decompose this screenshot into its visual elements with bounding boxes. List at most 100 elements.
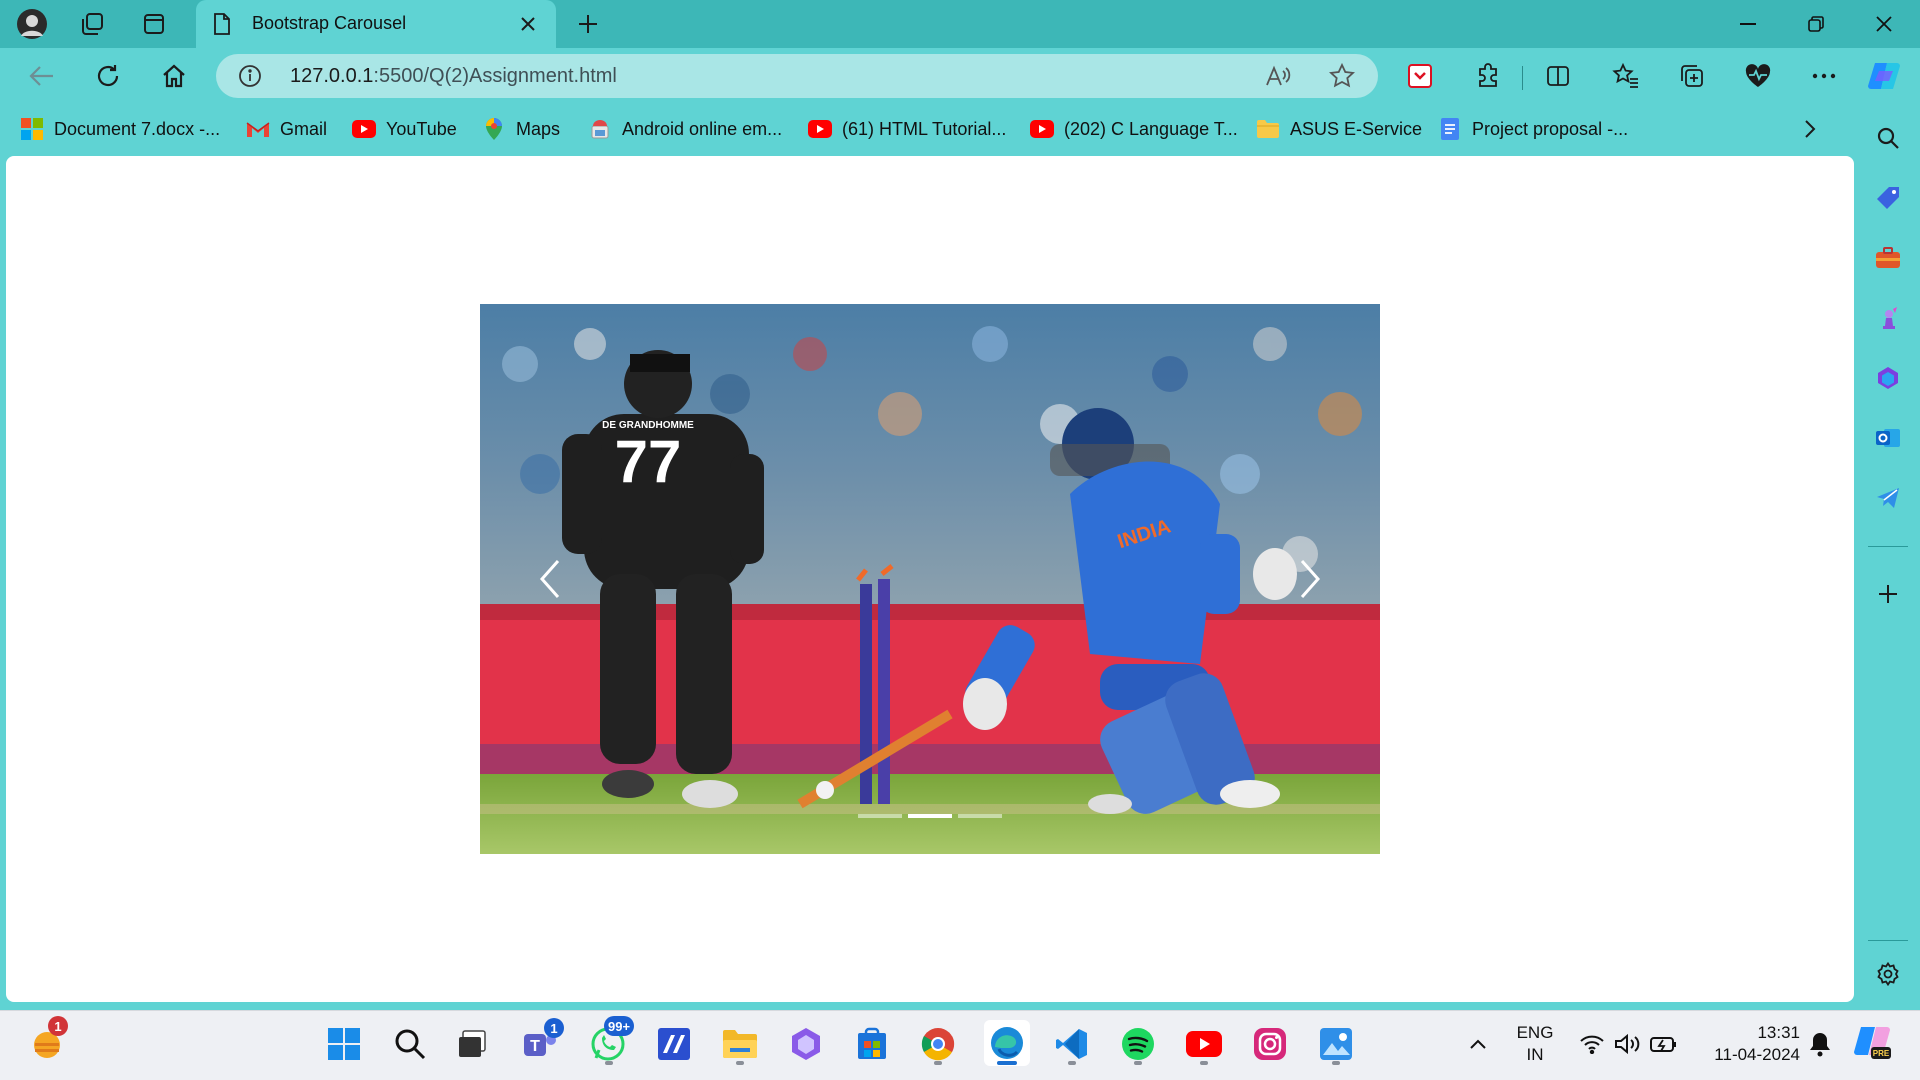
search-icon[interactable] (1872, 122, 1904, 154)
profile-avatar-icon[interactable] (14, 6, 50, 42)
new-tab-icon[interactable] (570, 6, 606, 42)
youtube-app-icon[interactable] (1184, 1024, 1224, 1064)
split-screen-icon[interactable] (1538, 56, 1578, 96)
carousel-next-chevron-icon[interactable] (1280, 554, 1340, 604)
jersey-number: 77 (615, 428, 682, 495)
favorite-c-language[interactable]: (202) C Language T... (1030, 116, 1238, 142)
show-hidden-icons-chevron-icon[interactable] (1458, 1024, 1498, 1064)
weather-widget-icon[interactable]: 1 (26, 1016, 68, 1064)
add-sidebar-app-icon[interactable] (1872, 578, 1904, 610)
chrome-icon[interactable] (918, 1024, 958, 1064)
favorite-maps[interactable]: Maps (482, 116, 560, 142)
youtube-icon (808, 118, 832, 140)
tab-title: Bootstrap Carousel (252, 13, 407, 33)
games-chess-icon[interactable] (1872, 302, 1904, 334)
folder-icon (1256, 118, 1280, 140)
notifications-bell-icon[interactable] (1800, 1024, 1840, 1064)
favorite-asus-eservice[interactable]: ASUS E-Service (1256, 116, 1422, 142)
url-text[interactable]: 127.0.0.1:5500/Q(2)Assignment.html (290, 65, 617, 88)
favorites-bar: Document 7.docx -... Gmail YouTube Maps … (0, 110, 1870, 148)
carousel-indicator-2[interactable] (908, 814, 952, 818)
vertical-tabs-icon[interactable] (136, 6, 172, 42)
whatsapp-icon[interactable]: 99+ (588, 1016, 635, 1064)
google-docs-icon (1438, 118, 1462, 140)
battery-charging-icon[interactable] (1644, 1024, 1684, 1064)
close-window-icon[interactable] (1852, 0, 1916, 48)
file-explorer-icon[interactable] (720, 1024, 760, 1064)
sidebar-settings-gear-icon[interactable] (1872, 958, 1904, 990)
windows-logo-icon (20, 118, 44, 140)
photos-icon[interactable] (1316, 1024, 1356, 1064)
youtube-icon (352, 118, 376, 140)
edge-icon[interactable] (984, 1020, 1030, 1066)
copilot-365-app-icon[interactable] (786, 1024, 826, 1064)
sidebar-divider (1868, 940, 1908, 941)
task-view-icon[interactable] (452, 1024, 492, 1064)
favorites-overflow-chevron-icon[interactable] (1804, 116, 1816, 142)
more-options-icon[interactable] (1804, 56, 1844, 96)
favorite-project-proposal[interactable]: Project proposal -... (1438, 116, 1628, 142)
carousel-indicator-3[interactable] (958, 814, 1002, 818)
android-emulator-icon (588, 118, 612, 140)
refresh-icon[interactable] (88, 56, 128, 96)
weather-notification-badge: 1 (48, 1016, 68, 1036)
page-viewport: 77 DE GRANDHOMME INDIA (6, 156, 1854, 1002)
favorite-html-tutorial[interactable]: (61) HTML Tutorial... (808, 116, 1006, 142)
browser-essentials-icon[interactable] (1738, 56, 1778, 96)
microsoft-365-icon[interactable] (1872, 362, 1904, 394)
carousel-prev-chevron-icon[interactable] (520, 554, 580, 604)
chrome-running-indicator (934, 1061, 942, 1065)
wifi-icon[interactable] (1572, 1024, 1612, 1064)
taskbar-search-icon[interactable] (390, 1024, 430, 1064)
favorite-youtube[interactable]: YouTube (352, 116, 457, 142)
clock[interactable]: 13:31 11-04-2024 (1690, 1022, 1800, 1066)
copilot-preview-icon[interactable]: PRE (1852, 1022, 1892, 1062)
url-path: :5500/Q(2)Assignment.html (373, 65, 617, 87)
favorites-icon[interactable] (1606, 56, 1646, 96)
youtube-icon (1030, 118, 1054, 140)
read-aloud-icon[interactable] (1264, 62, 1292, 90)
favorite-document-7[interactable]: Document 7.docx -... (20, 116, 220, 142)
workspaces-icon[interactable] (74, 6, 110, 42)
tab-strip: Bootstrap Carousel (0, 0, 1920, 48)
favorite-android-emulator[interactable]: Android online em... (588, 116, 782, 142)
start-windows-icon[interactable] (324, 1024, 364, 1064)
back-arrow-icon[interactable] (22, 56, 62, 96)
page-icon (212, 12, 236, 36)
toolbar-divider (1522, 66, 1523, 90)
favorite-label: Project proposal -... (1472, 118, 1629, 139)
volume-icon[interactable] (1608, 1024, 1648, 1064)
bootstrap-carousel[interactable]: 77 DE GRANDHOMME INDIA (480, 304, 1380, 854)
favorite-gmail[interactable]: Gmail (246, 116, 327, 142)
add-favorite-star-icon[interactable] (1328, 62, 1356, 90)
home-icon[interactable] (154, 56, 194, 96)
favorite-label: Gmail (280, 118, 328, 139)
clock-time: 13:31 (1757, 1023, 1800, 1042)
extensions-puzzle-icon[interactable] (1468, 56, 1508, 96)
minimize-icon[interactable] (1716, 0, 1780, 48)
tab-close-icon[interactable] (514, 10, 542, 38)
vs-community-icon[interactable] (654, 1024, 694, 1064)
outlook-icon[interactable] (1872, 422, 1904, 454)
gmail-icon (246, 118, 270, 140)
copilot-icon[interactable] (1864, 56, 1904, 96)
tab-bootstrap-carousel[interactable]: Bootstrap Carousel (196, 0, 556, 48)
pocket-extension-icon[interactable] (1400, 56, 1440, 96)
vscode-icon[interactable] (1052, 1024, 1092, 1064)
restore-icon[interactable] (1784, 0, 1848, 48)
tools-briefcase-icon[interactable] (1872, 242, 1904, 274)
youtube-running-indicator (1200, 1061, 1208, 1065)
input-language[interactable]: ENG IN (1508, 1022, 1562, 1066)
carousel-indicator-1[interactable] (858, 814, 902, 818)
spotify-icon[interactable] (1118, 1024, 1158, 1064)
store-icon[interactable] (852, 1024, 892, 1064)
send-telegram-icon[interactable] (1872, 482, 1904, 514)
site-info-icon[interactable] (238, 64, 262, 88)
collections-icon[interactable] (1672, 56, 1712, 96)
address-bar[interactable]: 127.0.0.1:5500/Q(2)Assignment.html (216, 54, 1378, 98)
whatsapp-notification-badge: 99+ (604, 1016, 635, 1036)
shopping-tag-icon[interactable] (1872, 182, 1904, 214)
teams-icon[interactable]: T 1 (520, 1018, 564, 1064)
instagram-icon[interactable] (1250, 1024, 1290, 1064)
language-label: ENG (1516, 1023, 1554, 1042)
